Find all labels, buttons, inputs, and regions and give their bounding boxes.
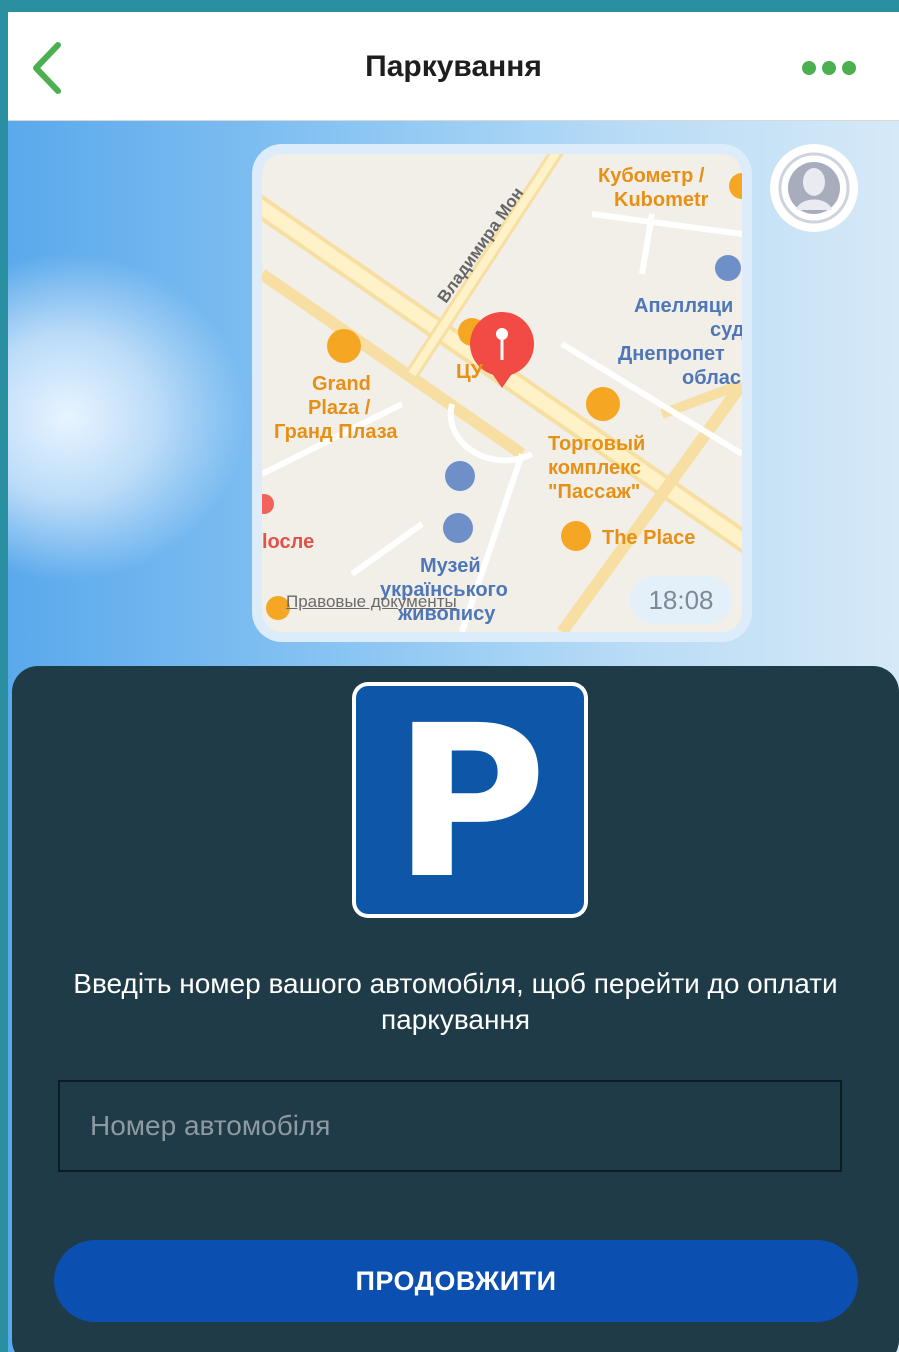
svg-text:Кубометр /: Кубометр / — [598, 165, 705, 187]
continue-button[interactable]: ПРОДОВЖИТИ — [54, 1240, 858, 1322]
nav-bar: Паркування — [8, 12, 899, 121]
map-canvas: Владимира Мон Кубометр / Kubometr Апелля… — [262, 154, 742, 632]
svg-text:"Пассаж": "Пассаж" — [548, 481, 640, 503]
page-title: Паркування — [365, 50, 542, 83]
svg-text:облас: облас — [682, 367, 741, 389]
map-street-label: Владимира Мон — [434, 184, 528, 306]
location-message-bubble[interactable]: Владимира Мон Кубометр / Kubometr Апелля… — [252, 144, 752, 642]
more-dot — [842, 61, 856, 75]
svg-text:Гранд Плаза: Гранд Плаза — [274, 421, 398, 443]
parking-sign-letter: P — [393, 680, 547, 925]
car-number-input[interactable] — [58, 1080, 842, 1172]
svg-text:Апелляци: Апелляци — [634, 295, 733, 317]
svg-text:lосле: lосле — [262, 531, 314, 553]
legal-documents-link[interactable]: Правовые документы — [286, 592, 457, 612]
svg-text:Торговый: Торговый — [548, 433, 645, 455]
user-avatar-icon — [778, 152, 850, 224]
svg-text:Днепропет: Днепропет — [618, 343, 725, 365]
location-map[interactable]: Владимира Мон Кубометр / Kubometr Апелля… — [262, 154, 742, 632]
more-options-button[interactable] — [799, 56, 859, 80]
plate-prompt: Введіть номер вашого автомобіля, щоб пер… — [73, 968, 838, 1035]
svg-text:Plaza /: Plaza / — [308, 397, 371, 419]
more-dots-icon — [802, 61, 816, 75]
avatar[interactable] — [770, 144, 858, 232]
svg-text:Музей: Музей — [420, 555, 481, 577]
parking-sign-icon: P — [352, 682, 588, 918]
parking-panel: P Введіть номер вашого автомобіля, щоб п… — [12, 666, 899, 1352]
svg-text:суд: суд — [710, 319, 742, 341]
parking-sign-face: P — [356, 686, 584, 914]
svg-text:ЦУ: ЦУ — [456, 361, 484, 383]
message-time: 18:08 — [630, 576, 732, 624]
more-dot — [822, 61, 836, 75]
svg-text:Kubometr: Kubometr — [614, 189, 709, 211]
svg-text:Grand: Grand — [312, 373, 371, 395]
svg-text:The Place: The Place — [602, 527, 695, 549]
svg-text:комплекс: комплекс — [548, 457, 641, 479]
app-screen: Паркування Владимира Мон Кубометр / Kubo… — [8, 12, 899, 1352]
